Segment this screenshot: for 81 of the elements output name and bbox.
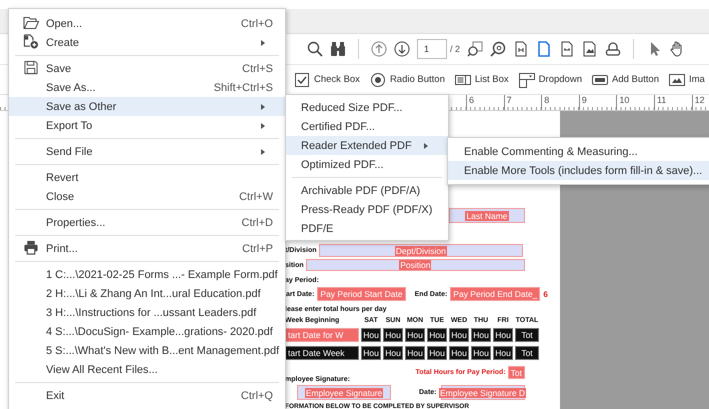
shortcut-text: Ctrl+Q [240,390,273,402]
document-plus-icon [23,34,39,48]
ruler-number: 10 [619,95,630,105]
menu-item[interactable]: Enable More Tools (includes form fill-in & save)... [448,161,709,180]
page-icon[interactable] [536,41,552,57]
menu-item[interactable]: 3 H:...\Instructions for ...ussant Leaders.pdf [9,303,285,322]
hours-field[interactable]: Hou [383,328,403,342]
hours-field[interactable]: Hou [449,346,469,360]
menu-item[interactable]: Print... Ctrl+P [9,239,285,258]
menu-item[interactable]: Certified PDF... [286,117,448,136]
menu-item[interactable]: Press-Ready PDF (PDF/X) [286,200,448,219]
menu-item[interactable]: 5 S:...\What's New with B...ent Management.pdf [9,341,285,360]
hours-field[interactable]: Hou [493,346,513,360]
zoom-icon[interactable] [490,41,506,57]
menu-item[interactable]: Revert [9,168,285,187]
hours-field[interactable]: Hou [361,328,381,342]
shortcut-text: Ctrl+D [242,216,273,228]
page-width-icon[interactable] [559,41,576,57]
menu-item[interactable]: View All Recent Files... [9,360,285,379]
zoom-icon[interactable] [467,41,484,57]
form-tool-button[interactable]: Add Button [592,72,659,88]
ruler-number: 7 [506,95,512,105]
menu-item[interactable]: Send File [9,142,285,161]
hours-field[interactable]: Hou [471,346,491,360]
page-count-text: / 2 [450,44,460,54]
dropdown-icon [518,72,535,88]
shortcut-text: Ctrl+O [240,18,273,30]
hours-field[interactable]: Hou [361,346,381,360]
menu-item[interactable]: Enable Commenting & Measuring... [448,142,709,161]
menu-item[interactable]: 1 C:...\2021-02-25 Forms ...- Example Form.pdf [9,265,285,284]
form-tool-button[interactable]: List Box [454,72,509,88]
form-tool-button[interactable]: Radio Button [370,72,445,88]
menu-item[interactable]: Save As... Shift+Ctrl+S [9,78,285,97]
shortcut-text: Ctrl+W [239,190,273,202]
field-note: 6 [543,290,548,298]
menu-item[interactable]: Close Ctrl+W [9,187,285,206]
menu-item[interactable]: 4 S:...\DocuSign- Example...grations- 2020.pdf [9,322,285,341]
shortcut-text: Ctrl+S [242,62,273,74]
hours-field[interactable]: Hou [383,346,403,360]
radio-button-icon [370,72,386,88]
image-icon [669,72,685,88]
menu-item[interactable]: Export To [9,116,285,135]
page-fit-icon[interactable] [513,41,530,57]
menu-item[interactable]: Archivable PDF (PDF/A) [286,181,448,200]
hours-field[interactable]: Hou [449,328,469,342]
hours-field[interactable]: Hou [471,328,491,342]
shortcut-text: Ctrl+P [242,242,273,254]
ruler-number: 11 [656,95,666,105]
hours-field[interactable]: Hou [405,346,425,360]
menu-item[interactable]: Create [9,33,285,52]
page-number-field[interactable]: 1 [417,39,447,59]
checkbox-icon [294,72,310,88]
image-page-icon[interactable] [582,41,598,57]
menu-item[interactable]: Reduced Size PDF... [286,98,448,117]
menu-item[interactable]: Optimized PDF... [286,155,448,174]
folder-icon [23,14,39,30]
hours-field[interactable]: Hou [427,328,447,342]
total-field[interactable]: Tot [515,328,539,342]
ruler-number: 12 [694,95,705,105]
ruler-number: 8 [544,95,550,105]
menu-item[interactable]: Reader Extended PDF [286,136,448,155]
total-field[interactable]: Tot [515,346,539,360]
binoculars-icon[interactable] [330,41,346,57]
menu-item[interactable]: Properties... Ctrl+D [9,213,285,232]
menu-item[interactable]: Exit Ctrl+Q [9,386,285,405]
menu-item[interactable]: Save as Other [9,97,285,116]
form-tool-button[interactable]: Check Box [294,72,360,88]
ruler-number: 9 [582,95,587,105]
hours-field[interactable]: Hou [405,328,425,342]
hours-field[interactable]: Hou [493,328,513,342]
printer-icon [23,240,39,254]
ruler-number: 6 [469,95,474,105]
menu-item[interactable]: Save Ctrl+S [9,59,285,78]
week-start-field[interactable]: tart Date Week [285,346,359,360]
hours-field[interactable]: Hou [427,346,447,360]
shortcut-text: Shift+Ctrl+S [214,82,273,94]
search-icon[interactable] [307,41,323,57]
form-tool-button[interactable]: Dropdown [518,72,582,88]
menu-item[interactable]: PDF/E [286,219,448,238]
form-tool-button[interactable]: Ima [669,72,705,88]
menu-item[interactable]: 2 H:...\Li & Zhang An Int...ural Education.pdf [9,284,285,303]
